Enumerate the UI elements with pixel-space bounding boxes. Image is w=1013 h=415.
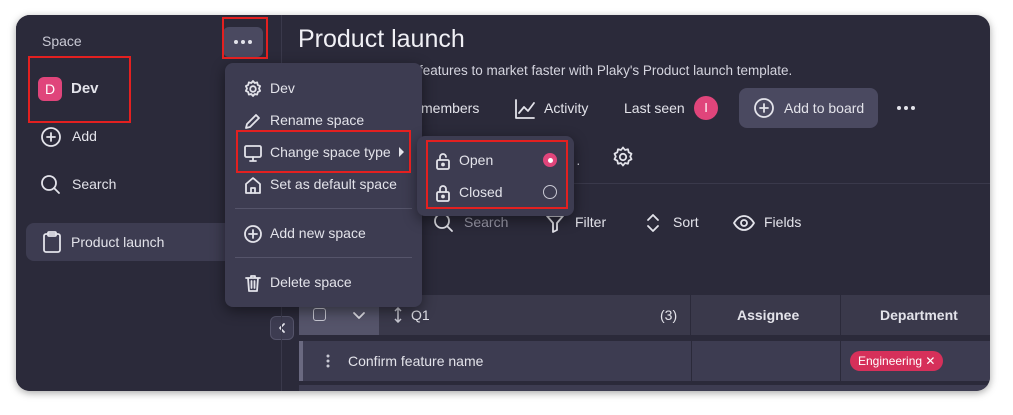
department-tag[interactable]: Engineering ✕	[850, 351, 944, 371]
plus-circle-icon	[754, 98, 774, 118]
department-tag-label: Engineering	[858, 354, 923, 368]
menu-divider	[235, 208, 412, 209]
activity-chart-icon	[515, 99, 535, 119]
next-row	[299, 385, 990, 391]
activity-label: Activity	[544, 100, 589, 116]
group-name[interactable]: Q1	[411, 307, 430, 323]
column-label: Department	[880, 307, 958, 323]
drag-handle-icon[interactable]	[393, 307, 403, 323]
activity-button[interactable]: Activity	[514, 95, 604, 123]
sidebar-heading: Space	[42, 33, 82, 49]
plus-circle-icon	[41, 127, 61, 147]
add-to-board-label: Add to board	[784, 100, 865, 116]
filter-label: Filter	[575, 214, 607, 230]
menu-item-label: Set as default space	[270, 176, 397, 192]
search-label: Search	[72, 176, 117, 192]
home-icon	[245, 177, 261, 194]
toolbar-search-label: Search	[464, 214, 509, 230]
collapse-sidebar-button[interactable]	[270, 316, 294, 340]
fields-label: Fields	[764, 214, 802, 230]
gear-icon	[245, 80, 261, 97]
sidebar-item-label: Product launch	[71, 234, 165, 250]
add-to-board-button[interactable]: Add to board	[739, 88, 878, 128]
sort-button[interactable]: Sort	[643, 211, 713, 237]
department-cell[interactable]: Engineering ✕	[841, 341, 990, 381]
menu-item-dev[interactable]: Dev	[225, 73, 422, 103]
last-seen-label: Last seen	[624, 100, 685, 116]
menu-divider	[235, 257, 412, 258]
group-header: Q1 (3)	[379, 295, 690, 335]
search-icon	[41, 175, 60, 194]
menu-item-delete-space[interactable]: Delete space	[225, 267, 422, 297]
highlight-space-type-options	[426, 140, 568, 209]
group-count: (3)	[660, 307, 678, 323]
sidebar-search-button[interactable]: Search	[40, 173, 240, 199]
fields-button[interactable]: Fields	[732, 211, 822, 237]
user-avatar[interactable]: I	[694, 96, 718, 120]
row-menu-icon[interactable]	[325, 353, 331, 369]
column-header-department[interactable]: Department	[841, 295, 990, 335]
space-context-menu: Dev Rename space Change space type Set a…	[225, 63, 422, 307]
add-label: Add	[72, 128, 97, 144]
highlight-space-name	[28, 56, 131, 123]
table-row[interactable]: Confirm feature name	[299, 341, 691, 381]
view-settings-button[interactable]	[611, 145, 635, 169]
menu-item-label: Rename space	[270, 112, 365, 128]
group-checkbox[interactable]	[313, 308, 326, 321]
menu-item-add-new-space[interactable]: Add new space	[225, 218, 422, 248]
pencil-icon	[245, 114, 260, 129]
page-title: Product launch	[298, 25, 465, 53]
menu-item-label: Dev	[270, 80, 295, 96]
highlight-options-button	[222, 17, 268, 59]
chevron-down-icon[interactable]	[351, 307, 367, 323]
members-button[interactable]: members	[421, 100, 479, 116]
eye-icon	[733, 215, 755, 231]
remove-tag-icon[interactable]: ✕	[925, 354, 935, 368]
trash-icon	[245, 275, 261, 292]
highlight-change-space-type	[236, 130, 411, 173]
clipboard-icon	[43, 231, 61, 253]
page-subtitle: features to market faster with Plaky's P…	[419, 63, 793, 78]
plus-circle-icon	[244, 225, 262, 243]
tab-dropdown-mark: ·	[576, 155, 581, 171]
menu-item-label: Add new space	[270, 225, 366, 241]
assignee-cell[interactable]	[692, 341, 840, 381]
menu-item-set-default-space[interactable]: Set as default space	[225, 169, 422, 199]
board-more-button[interactable]	[892, 97, 922, 119]
chevron-left-icon	[279, 323, 285, 333]
menu-item-label: Delete space	[270, 274, 352, 290]
sort-label: Sort	[673, 214, 699, 230]
more-horizontal-icon	[897, 106, 915, 110]
add-button[interactable]: Add	[40, 125, 240, 151]
row-name[interactable]: Confirm feature name	[348, 353, 483, 369]
column-label: Assignee	[737, 307, 800, 323]
gear-icon	[613, 146, 633, 167]
app-window: Space D Dev Add Search Product launch Pr…	[16, 15, 990, 391]
column-header-assignee[interactable]: Assignee	[691, 295, 840, 335]
sidebar-item-product-launch[interactable]: Product launch	[26, 223, 241, 261]
sort-icon	[647, 214, 659, 232]
